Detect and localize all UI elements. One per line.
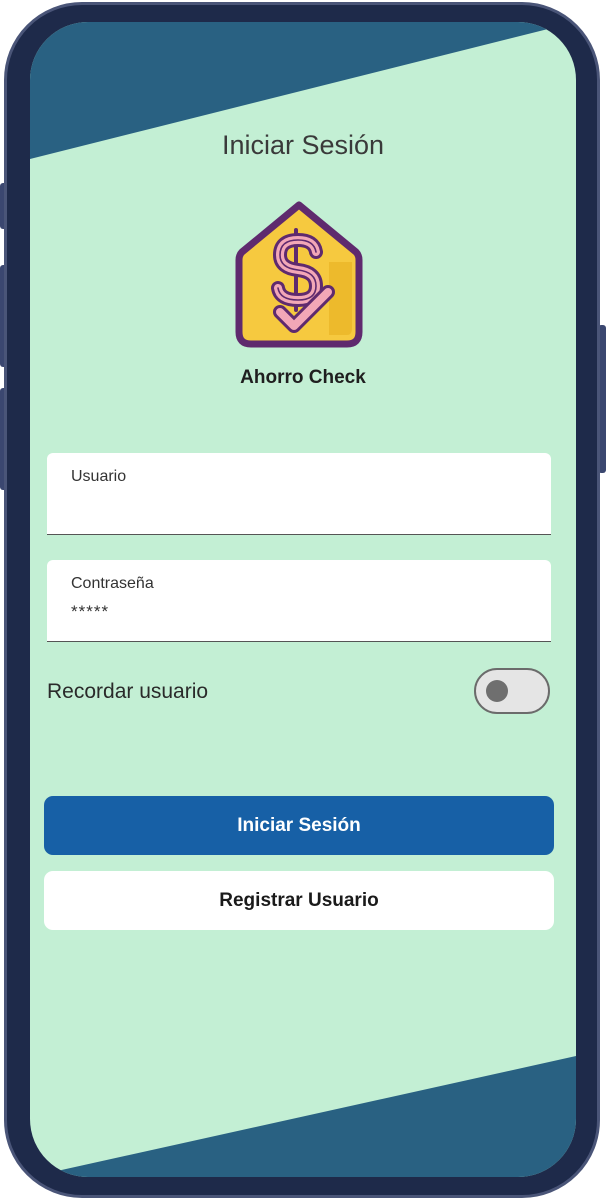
remember-user-label: Recordar usuario: [47, 680, 209, 703]
password-input[interactable]: *****: [71, 602, 109, 622]
password-label: Contraseña: [71, 575, 154, 592]
brand-name: Ahorro Check: [240, 367, 366, 388]
username-label: Usuario: [71, 468, 127, 485]
remember-user-toggle[interactable]: [474, 668, 550, 714]
toggle-knob[interactable]: [486, 680, 508, 702]
bottom-accent-band: [30, 1056, 576, 1177]
app-screen: Iniciar Sesión Ahorro Check Usuario Cont…: [30, 22, 576, 1177]
phone-device: Iniciar Sesión Ahorro Check Usuario Cont…: [0, 0, 608, 1203]
password-field[interactable]: Contraseña *****: [47, 560, 551, 642]
register-user-button[interactable]: Registrar Usuario: [44, 871, 554, 930]
dollar-check-house-icon: [235, 201, 363, 348]
login-button[interactable]: Iniciar Sesión: [44, 796, 554, 855]
username-field[interactable]: Usuario: [47, 453, 551, 535]
page-title: Iniciar Sesión: [221, 130, 385, 160]
